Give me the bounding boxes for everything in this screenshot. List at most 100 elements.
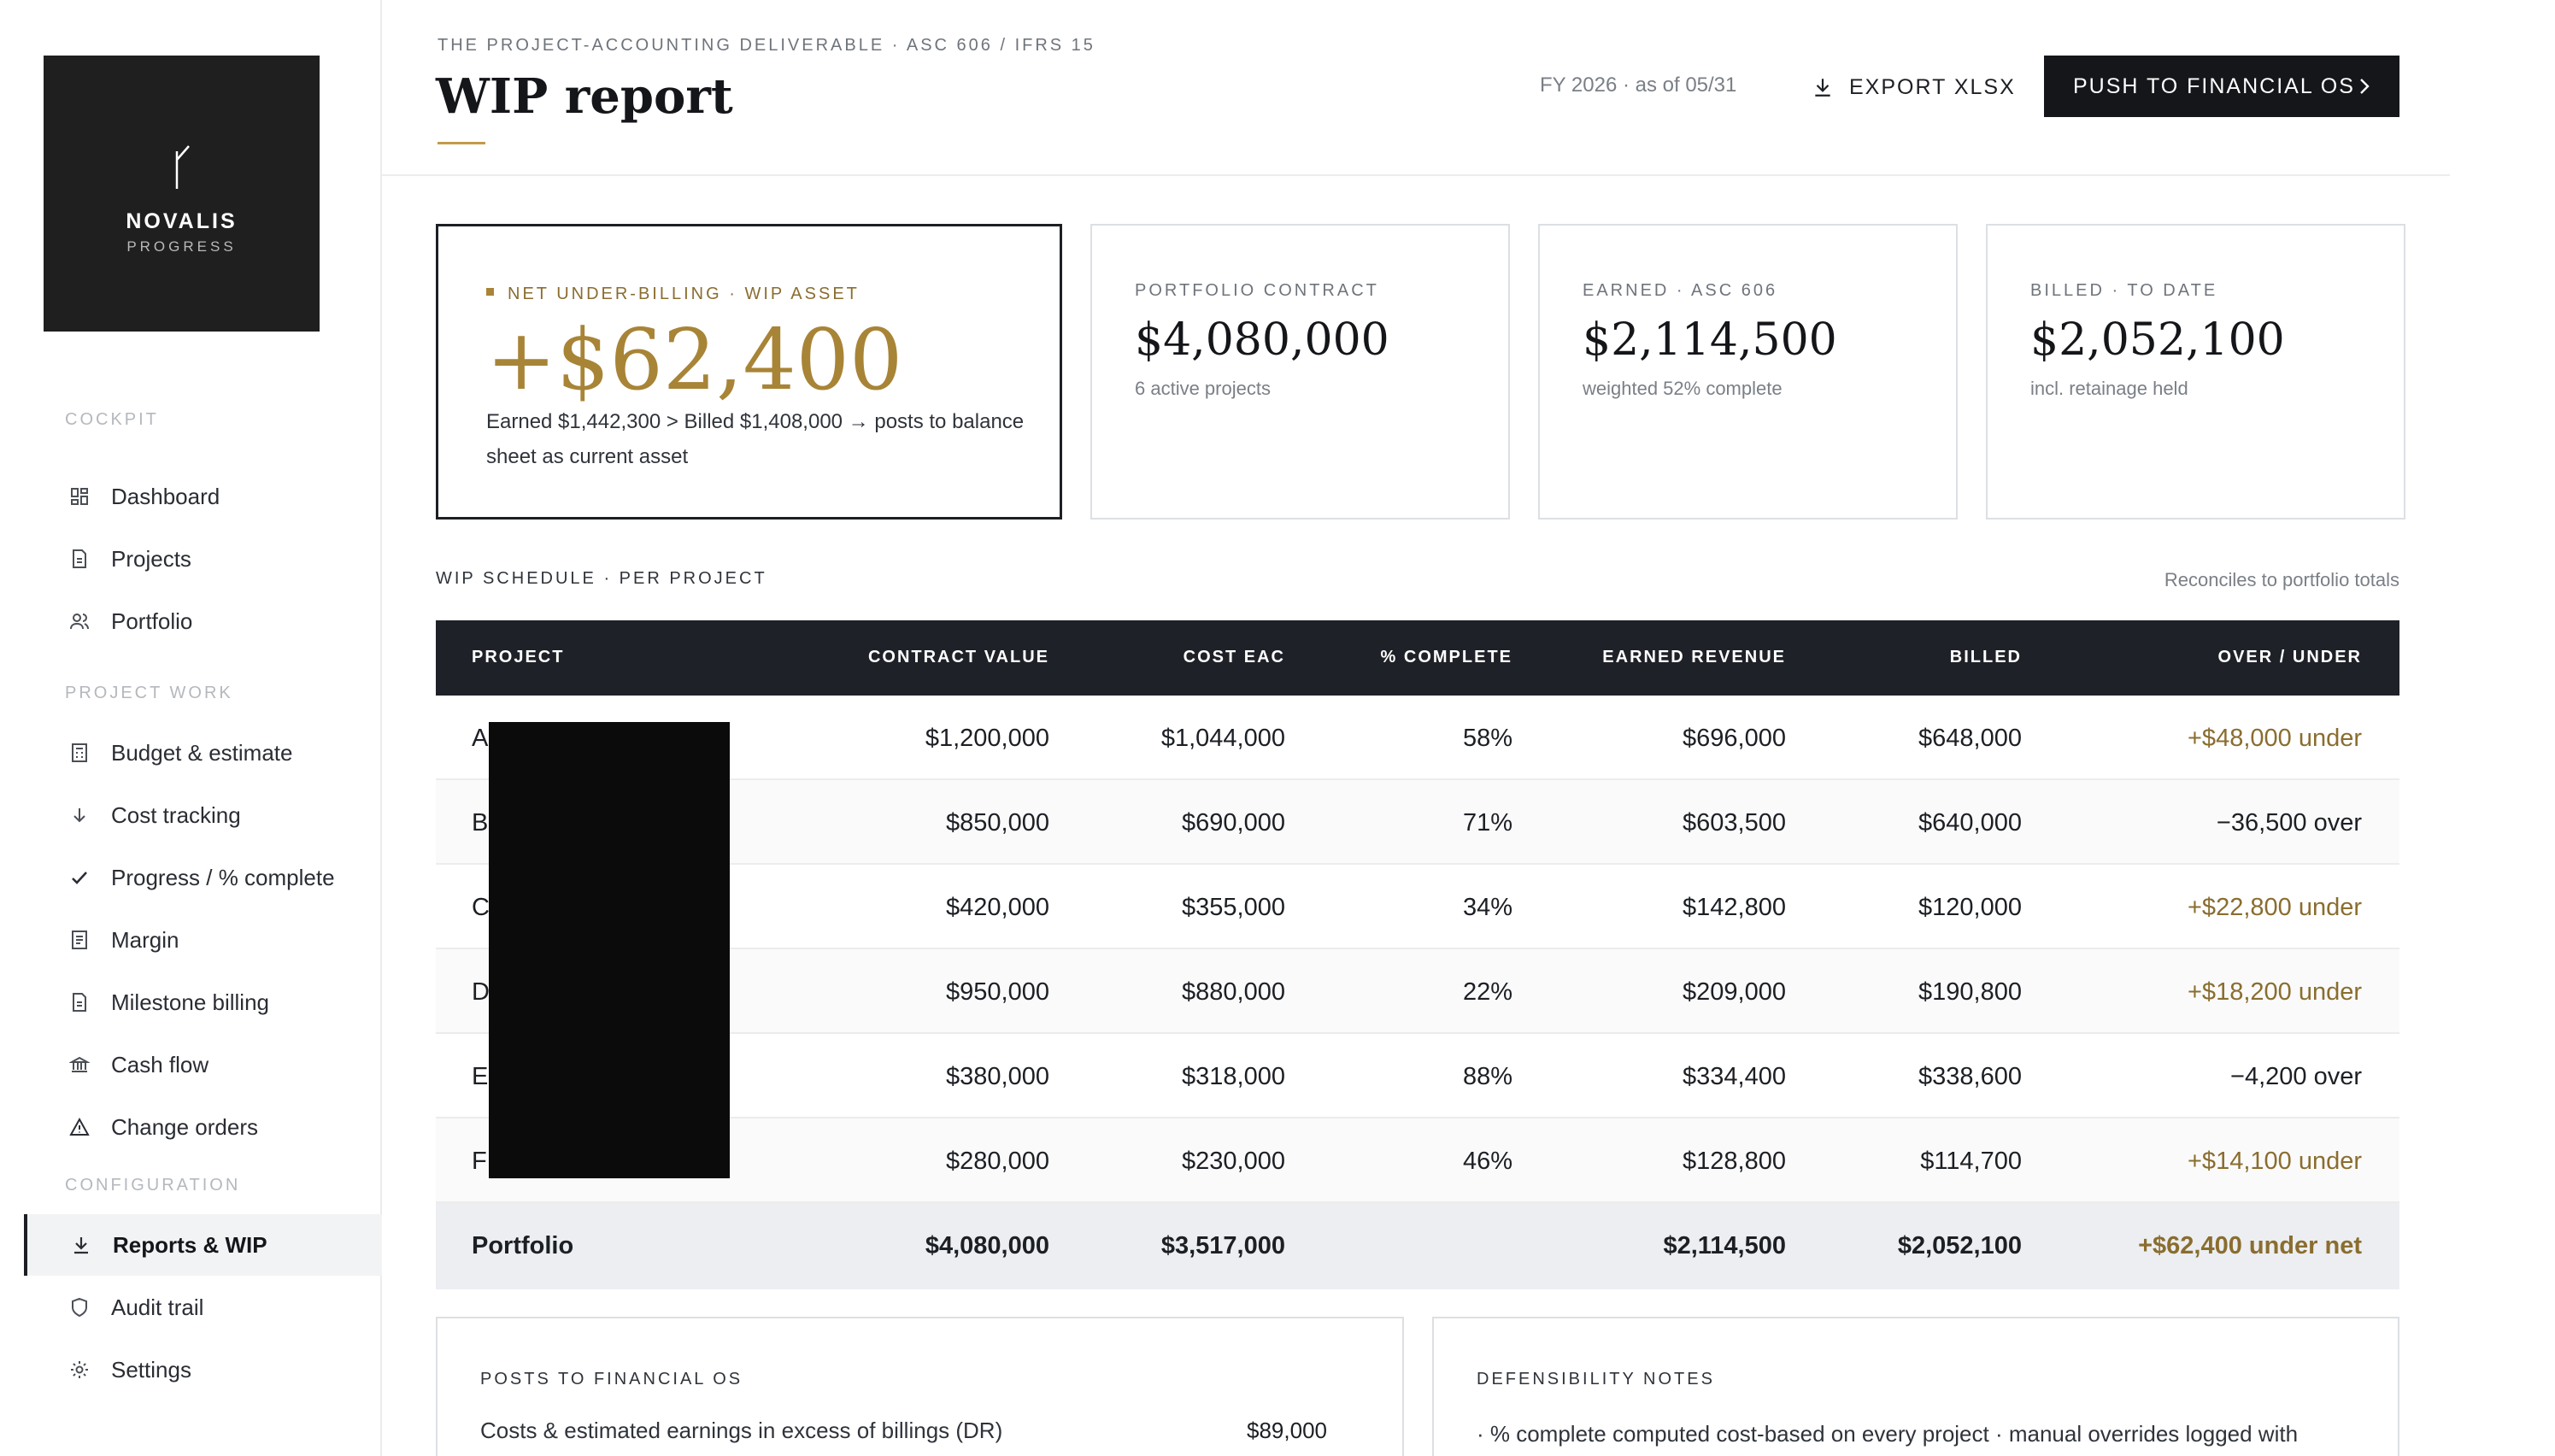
defensibility-notes-panel: DEFENSIBILITY NOTES · % complete compute… — [1432, 1317, 2399, 1456]
wip-schedule-label: WIP SCHEDULE · PER PROJECT — [436, 569, 767, 588]
redaction-block — [489, 722, 730, 1178]
table-row[interactable]: D $950,000 $880,000 22% $209,000 $190,800 +$18… — [436, 949, 2399, 1034]
billed: $648,000 — [1918, 725, 2022, 752]
accent-bullet-icon — [486, 288, 494, 296]
export-xlsx-button[interactable]: EXPORT XLSX — [1812, 68, 2016, 106]
card-label: NET UNDER-BILLING · WIP ASSET — [486, 285, 860, 304]
billed: $640,000 — [1918, 809, 2022, 837]
card-subtext: incl. retainage held — [2030, 378, 2188, 399]
sidebar-item-cash-flow[interactable]: Cash flow — [24, 1034, 382, 1095]
brand-logo[interactable]: NOVALIS PROGRESS — [44, 56, 320, 332]
brand-tagline: PROGRESS — [126, 238, 237, 255]
column-header-earned-revenue[interactable]: EARNED REVENUE — [1602, 648, 1786, 667]
sidebar-item-dashboard[interactable]: Dashboard — [24, 466, 382, 527]
project-name[interactable]: B — [472, 809, 488, 837]
card-value: $2,052,100 — [2030, 314, 2285, 366]
billed-card: BILLED · TO DATE $2,052,100 incl. retain… — [1986, 224, 2405, 520]
cost-eac: $1,044,000 — [1160, 725, 1285, 752]
sidebar-item-label: Milestone billing — [111, 989, 269, 1015]
over-under: +$48,000 under — [2188, 725, 2362, 752]
earned-revenue: $334,400 — [1683, 1063, 1786, 1090]
download-icon — [70, 1234, 92, 1256]
column-header-pct-complete[interactable]: % COMPLETE — [1381, 648, 1512, 667]
sidebar-item-milestone-billing[interactable]: Milestone billing — [24, 972, 382, 1033]
column-header-project[interactable]: PROJECT — [472, 648, 564, 667]
billed: $190,800 — [1918, 978, 2022, 1006]
sidebar-item-portfolio[interactable]: Portfolio — [24, 590, 382, 652]
sidebar-item-label: Portfolio — [111, 608, 193, 634]
shield-icon — [68, 1296, 91, 1318]
cost-eac: $318,000 — [1182, 1063, 1285, 1090]
earned-revenue: $603,500 — [1683, 809, 1786, 837]
wip-schedule-table: PROJECT CONTRACT VALUE COST EAC % COMPLETE E… — [436, 620, 2399, 1289]
chevron-right-icon — [2360, 79, 2370, 94]
cost-eac: $690,000 — [1182, 809, 1285, 837]
table-row[interactable]: F $280,000 $230,000 46% $128,800 $114,700 +$14… — [436, 1118, 2399, 1203]
sidebar-item-label: Cash flow — [111, 1051, 209, 1077]
sidebar-item-settings[interactable]: Settings — [24, 1339, 382, 1400]
billed: $114,700 — [1920, 1148, 2022, 1175]
over-under: +$62,400 under net — [2138, 1232, 2362, 1259]
table-row[interactable]: A $1,200,000 $1,044,000 58% $696,000 $648,000… — [436, 696, 2399, 780]
sidebar-item-budget[interactable]: Budget & estimate — [24, 722, 382, 784]
earned-revenue: $2,114,500 — [1663, 1232, 1786, 1259]
table-row[interactable]: C $420,000 $355,000 34% $142,800 $120,000 +$22… — [436, 865, 2399, 949]
column-header-contract-value[interactable]: CONTRACT VALUE — [868, 648, 1049, 667]
project-name[interactable]: Portfolio — [472, 1232, 573, 1260]
card-value: $2,114,500 — [1583, 314, 1837, 366]
sidebar: NOVALIS PROGRESS COCKPIT Dashboard Proje… — [0, 0, 382, 1456]
column-header-cost-eac[interactable]: COST EAC — [1184, 648, 1285, 667]
contract-value: $1,200,000 — [925, 725, 1049, 752]
over-under: +$22,800 under — [2188, 894, 2362, 921]
table-row[interactable]: B $850,000 $690,000 71% $603,500 $640,000 −36,… — [436, 780, 2399, 865]
sidebar-item-progress[interactable]: Progress / % complete — [24, 847, 382, 908]
calculator-icon — [68, 742, 91, 764]
portfolio-total-row[interactable]: Portfolio $4,080,000 $3,517,000 $2,114,500 $… — [436, 1203, 2399, 1289]
project-name[interactable]: D — [472, 978, 490, 1007]
push-to-financial-os-button[interactable]: PUSH TO FINANCIAL OS — [2044, 56, 2399, 117]
sidebar-item-label: Progress / % complete — [111, 864, 335, 890]
sidebar-item-label: Budget & estimate — [111, 739, 293, 766]
contract-value: $380,000 — [946, 1063, 1049, 1090]
sidebar-item-cost-tracking[interactable]: Cost tracking — [24, 784, 382, 846]
page-title: WIP report — [436, 68, 733, 125]
arrow-down-icon — [68, 804, 91, 826]
project-name[interactable]: A — [472, 725, 488, 753]
earned-revenue: $142,800 — [1683, 894, 1786, 921]
table-body: A $1,200,000 $1,044,000 58% $696,000 $648,000… — [436, 696, 2399, 1289]
cost-eac: $230,000 — [1182, 1148, 1285, 1175]
earned-revenue: $209,000 — [1683, 978, 1786, 1006]
sidebar-item-audit-trail[interactable]: Audit trail — [24, 1277, 382, 1338]
sidebar-item-label: Dashboard — [111, 483, 220, 509]
pct-complete: 46% — [1462, 1148, 1512, 1175]
panel-label: POSTS TO FINANCIAL OS — [480, 1370, 743, 1388]
page-eyebrow: THE PROJECT-ACCOUNTING DELIVERABLE · ASC… — [438, 36, 1095, 55]
card-value: $4,080,000 — [1135, 314, 1389, 366]
column-header-over-under[interactable]: OVER / UNDER — [2218, 648, 2362, 667]
sidebar-item-reports-wip[interactable]: Reports & WIP — [24, 1214, 382, 1276]
pct-complete: 71% — [1462, 809, 1512, 837]
header-divider — [382, 174, 2450, 176]
push-label: PUSH TO FINANCIAL OS — [2073, 73, 2355, 98]
warning-icon — [68, 1116, 91, 1138]
sidebar-item-margin[interactable]: Margin — [24, 909, 382, 971]
contract-value: $420,000 — [946, 894, 1049, 921]
project-name[interactable]: C — [472, 894, 490, 922]
over-under: +$18,200 under — [2188, 978, 2362, 1006]
column-header-billed[interactable]: BILLED — [1950, 648, 2022, 667]
sidebar-item-label: Margin — [111, 926, 179, 953]
nav-section-configuration: CONFIGURATION — [65, 1176, 241, 1195]
reconcile-note: Reconciles to portfolio totals — [2164, 569, 2399, 590]
posting-line-label: Costs & estimated earnings in excess of … — [480, 1418, 1003, 1443]
sidebar-item-change-orders[interactable]: Change orders — [24, 1096, 382, 1158]
card-subtext: 6 active projects — [1135, 378, 1271, 399]
project-name[interactable]: F — [472, 1148, 487, 1176]
contract-value: $4,080,000 — [925, 1232, 1049, 1259]
table-header: PROJECT CONTRACT VALUE COST EAC % COMPLETE E… — [436, 620, 2399, 696]
nav-section-project-work: PROJECT WORK — [65, 684, 233, 702]
gear-icon — [68, 1359, 91, 1381]
project-name[interactable]: E — [472, 1063, 488, 1091]
table-row[interactable]: E $380,000 $318,000 88% $334,400 $338,600 −4,2… — [436, 1034, 2399, 1118]
export-label: EXPORT XLSX — [1849, 74, 2016, 99]
sidebar-item-projects[interactable]: Projects — [24, 528, 382, 590]
